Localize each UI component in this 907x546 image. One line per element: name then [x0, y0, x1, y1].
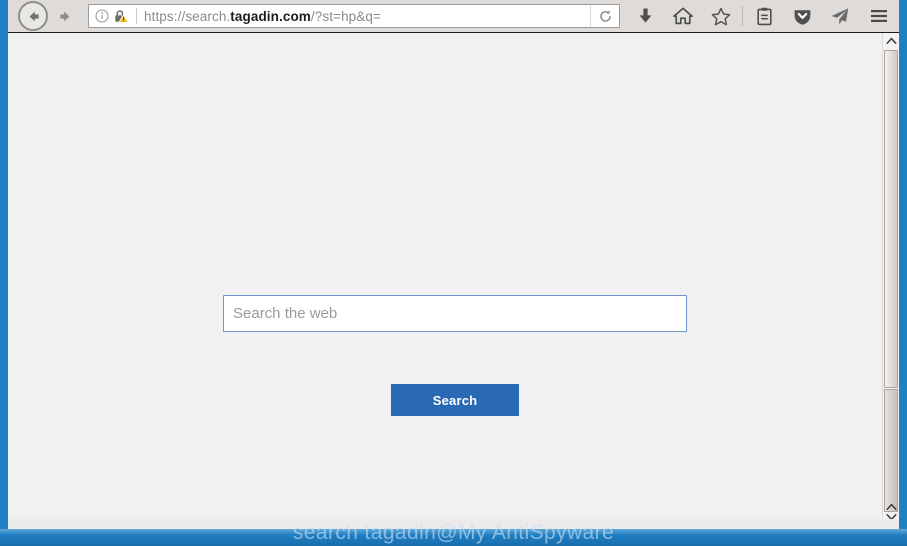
toolbar-divider — [742, 6, 743, 26]
info-icon[interactable] — [95, 9, 109, 23]
url-text: https://search.tagadin.com/?st=hp&q= — [144, 8, 381, 24]
search-form: Search — [223, 295, 687, 416]
pocket-shield-icon[interactable] — [783, 0, 821, 32]
download-icon[interactable] — [626, 0, 664, 32]
url-divider — [136, 8, 137, 24]
search-page: Search — [8, 33, 882, 529]
scrollbar-thumb[interactable] — [884, 50, 898, 388]
search-submit-button[interactable]: Search — [391, 384, 519, 416]
insecure-lock-icon[interactable] — [113, 9, 129, 24]
back-button[interactable] — [18, 1, 48, 31]
home-icon[interactable] — [664, 0, 702, 32]
url-bar[interactable]: https://search.tagadin.com/?st=hp&q= — [88, 4, 620, 28]
reload-button[interactable] — [590, 5, 619, 27]
vertical-scrollbar[interactable] — [882, 33, 899, 529]
scroll-up-button[interactable] — [883, 33, 899, 49]
star-icon[interactable] — [702, 0, 740, 32]
browser-toolbar: https://search.tagadin.com/?st=hp&q= — [8, 0, 899, 33]
toolbar-icon-group — [626, 0, 899, 33]
library-icon[interactable] — [745, 0, 783, 32]
window-bottom-bar — [0, 529, 907, 546]
content-bottom-edge — [8, 519, 899, 529]
hamburger-menu-icon[interactable] — [859, 0, 899, 32]
browser-window: https://search.tagadin.com/?st=hp&q= Sea… — [0, 0, 907, 546]
paper-plane-icon[interactable] — [821, 0, 859, 32]
forward-button[interactable] — [50, 1, 80, 31]
content-viewport: Search — [8, 33, 899, 529]
search-input[interactable] — [223, 295, 687, 332]
scrollbar-track-lower[interactable] — [884, 389, 898, 512]
